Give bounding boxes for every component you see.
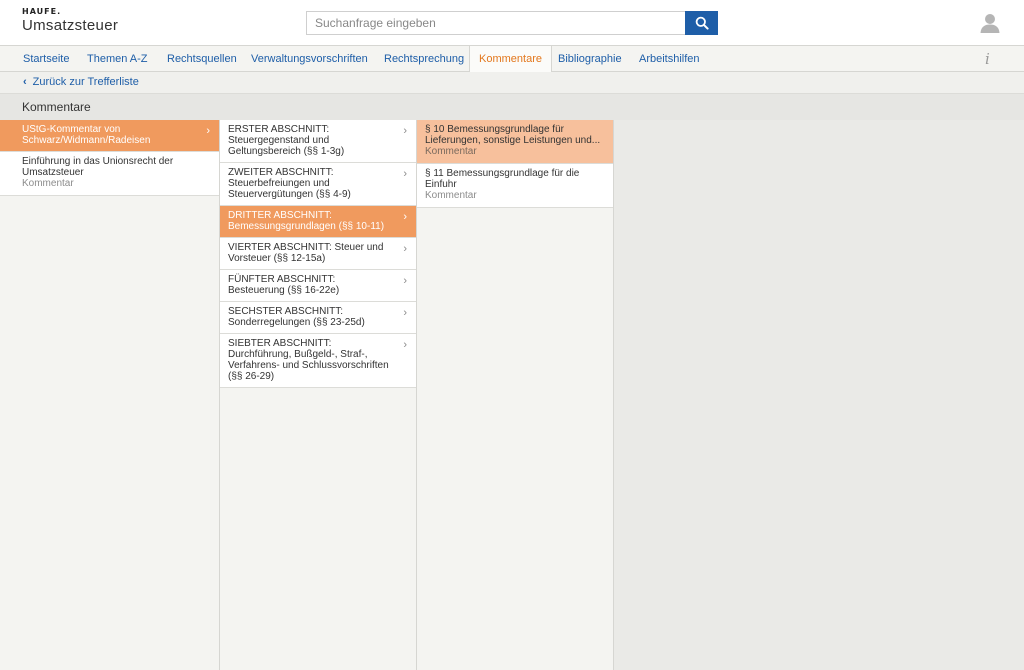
- chevron-right-icon: ›: [403, 307, 407, 319]
- search-button[interactable]: [685, 11, 718, 35]
- tab-rechtsquellen[interactable]: Rechtsquellen: [167, 46, 237, 72]
- item-title: Einführung in das Unionsrecht der Umsatz…: [22, 156, 174, 178]
- chevron-right-icon: ›: [403, 125, 407, 137]
- user-icon: [980, 14, 1000, 33]
- haufe-logo[interactable]: HAUFE.: [22, 7, 61, 16]
- tab-kommentare[interactable]: Kommentare: [469, 46, 552, 73]
- item-meta: Kommentar: [425, 146, 477, 157]
- app-header: HAUFE. Umsatzsteuer: [0, 0, 1024, 46]
- item-title: FÜNFTER ABSCHNITT: Besteuerung (§§ 16-22…: [228, 274, 340, 296]
- user-button[interactable]: [979, 12, 1001, 34]
- list-item[interactable]: FÜNFTER ABSCHNITT: Besteuerung (§§ 16-22…: [220, 270, 416, 302]
- item-title: ZWEITER ABSCHNITT: Steuerbefreiungen und…: [228, 167, 351, 200]
- main-nav: Startseite Themen A-Z Rechtsquellen Verw…: [0, 46, 1024, 73]
- list-item[interactable]: § 10 Bemessungsgrundlage für Lieferungen…: [417, 120, 613, 164]
- empty-column-area: [614, 120, 1024, 670]
- back-link-label: Zurück zur Trefferliste: [32, 76, 139, 88]
- item-meta: Kommentar: [22, 178, 74, 189]
- info-icon[interactable]: i: [985, 50, 990, 68]
- chevron-right-icon: ›: [403, 243, 407, 255]
- chevron-right-icon: ›: [403, 275, 407, 287]
- chevron-left-icon: ‹: [23, 76, 27, 88]
- search-input[interactable]: [306, 11, 686, 35]
- item-meta: Kommentar: [425, 190, 477, 201]
- list-item[interactable]: § 11 Bemessungsgrundlage für die Einfuhr…: [417, 164, 613, 208]
- tab-startseite[interactable]: Startseite: [23, 46, 69, 72]
- app-title[interactable]: Umsatzsteuer: [22, 17, 118, 34]
- tab-verwaltungsvorschriften[interactable]: Verwaltungsvorschriften: [251, 46, 368, 72]
- column-paragraphen: § 10 Bemessungsgrundlage für Lieferungen…: [417, 120, 614, 670]
- list-item[interactable]: Einführung in das Unionsrecht der Umsatz…: [0, 152, 219, 196]
- item-title: § 11 Bemessungsgrundlage für die Einfuhr: [425, 168, 580, 190]
- tab-rechtsprechung[interactable]: Rechtsprechung: [384, 46, 464, 72]
- section-header: Kommentare: [0, 94, 1024, 120]
- search-icon: [695, 16, 709, 30]
- item-title: § 10 Bemessungsgrundlage für Lieferungen…: [425, 124, 601, 146]
- back-to-results-link[interactable]: ‹ Zurück zur Trefferliste: [23, 76, 139, 88]
- item-title: VIERTER ABSCHNITT: Steuer und Vorsteuer …: [228, 242, 384, 264]
- page-title: Kommentare: [22, 100, 91, 114]
- list-item[interactable]: ZWEITER ABSCHNITT: Steuerbefreiungen und…: [220, 163, 416, 206]
- item-title: SECHSTER ABSCHNITT: Sonderregelungen (§§…: [228, 306, 365, 328]
- chevron-right-icon: ›: [403, 211, 407, 223]
- item-title: DRITTER ABSCHNITT: Bemessungsgrundlagen …: [228, 210, 385, 232]
- item-title: UStG-Kommentar von Schwarz/Widmann/Radei…: [22, 124, 151, 146]
- column-abschnitte: ERSTER ABSCHNITT: Steuergegenstand und G…: [220, 120, 417, 670]
- tab-themen-a-z[interactable]: Themen A-Z: [87, 46, 148, 72]
- tab-arbeitshilfen[interactable]: Arbeitshilfen: [639, 46, 700, 72]
- tab-bibliographie[interactable]: Bibliographie: [558, 46, 622, 72]
- column-werke: UStG-Kommentar von Schwarz/Widmann/Radei…: [0, 120, 220, 670]
- list-item[interactable]: VIERTER ABSCHNITT: Steuer und Vorsteuer …: [220, 238, 416, 270]
- list-item[interactable]: DRITTER ABSCHNITT: Bemessungsgrundlagen …: [220, 206, 416, 238]
- chevron-right-icon: ›: [403, 339, 407, 351]
- item-title: ERSTER ABSCHNITT: Steuergegenstand und G…: [228, 124, 345, 157]
- list-item[interactable]: ERSTER ABSCHNITT: Steuergegenstand und G…: [220, 120, 416, 163]
- item-title: SIEBTER ABSCHNITT: Durchführung, Bußgeld…: [228, 338, 389, 382]
- chevron-right-icon: ›: [403, 168, 407, 180]
- list-item[interactable]: SECHSTER ABSCHNITT: Sonderregelungen (§§…: [220, 302, 416, 334]
- list-item[interactable]: SIEBTER ABSCHNITT: Durchführung, Bußgeld…: [220, 334, 416, 388]
- list-item[interactable]: UStG-Kommentar von Schwarz/Widmann/Radei…: [0, 120, 219, 152]
- chevron-right-icon: ›: [206, 125, 210, 137]
- back-row: ‹ Zurück zur Trefferliste: [0, 72, 1024, 94]
